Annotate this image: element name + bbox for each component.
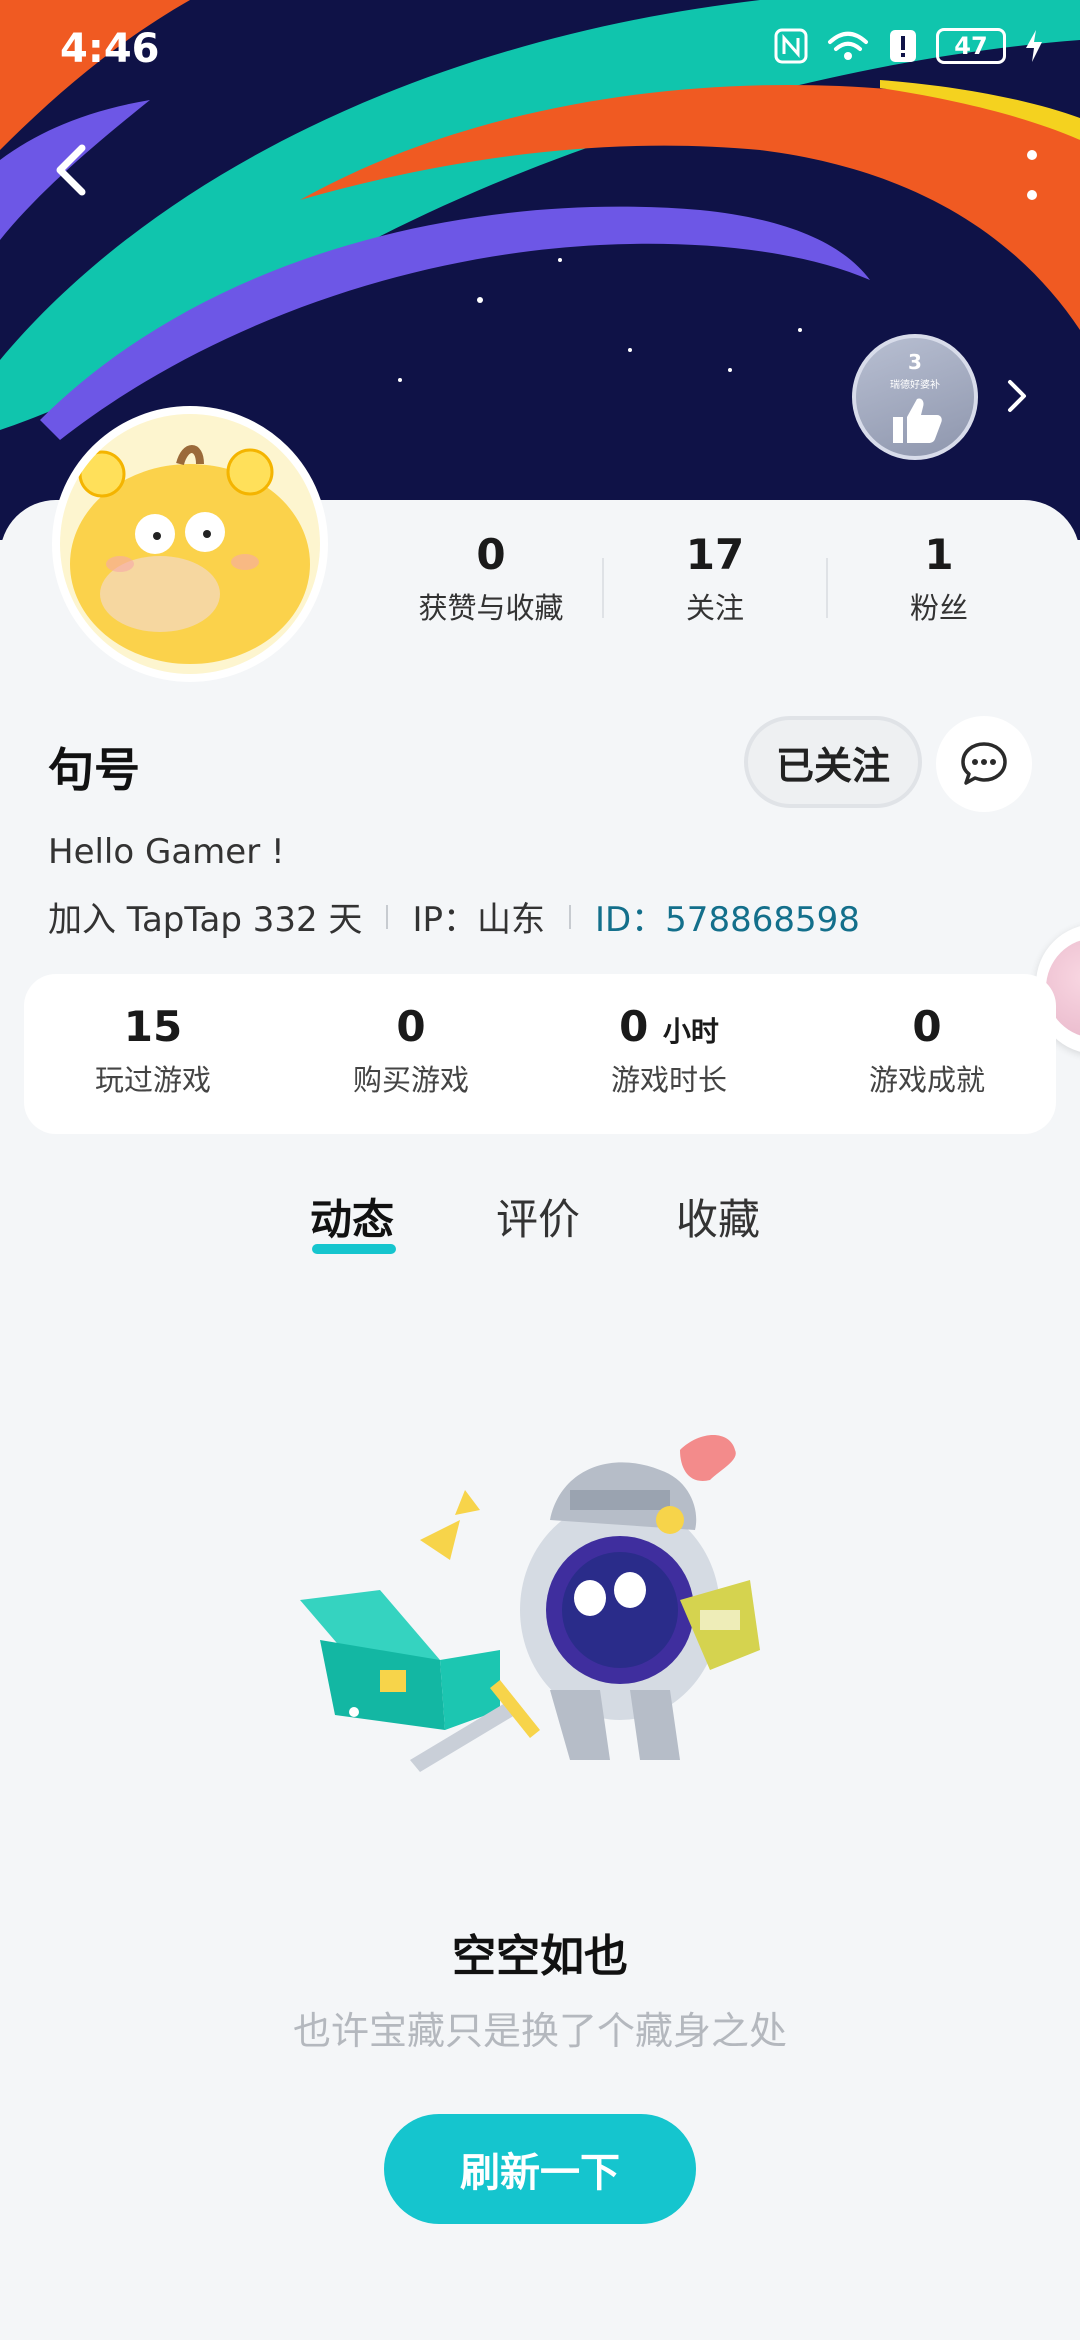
- thumbs-up-icon: [893, 398, 942, 443]
- join-days: 加入 TapTap 332 天: [48, 900, 363, 940]
- achievement-badge[interactable]: 3 瑞德好婆补: [852, 334, 978, 460]
- nfc-icon: [774, 28, 808, 64]
- battery-indicator: 47: [936, 28, 1006, 64]
- tab-favorites[interactable]: 收藏: [676, 1186, 760, 1247]
- user-id[interactable]: ID：578868598: [595, 892, 860, 941]
- alert-icon: [890, 30, 916, 62]
- active-tab-indicator: [312, 1244, 396, 1254]
- stat-label: 关注: [685, 591, 744, 625]
- profile-stats: 0 获赞与收藏 17 关注 1 粉丝: [380, 530, 1080, 640]
- game-stat-label: 玩过游戏: [94, 1063, 211, 1097]
- status-bar: 4:46 47: [0, 0, 1080, 100]
- stat-label: 获赞与收藏: [418, 591, 564, 625]
- game-stat-label: 购买游戏: [352, 1063, 469, 1097]
- badge-count: 3: [908, 350, 922, 374]
- play-time[interactable]: 0 小时 游戏时长: [540, 974, 798, 1134]
- chevron-right-icon[interactable]: [1002, 376, 1030, 416]
- avatar-image: [60, 414, 320, 674]
- stat-likes[interactable]: 0 获赞与收藏: [380, 530, 602, 640]
- message-button[interactable]: [936, 716, 1032, 812]
- more-options-icon[interactable]: [1020, 150, 1044, 200]
- status-time: 4:46: [60, 26, 160, 72]
- stat-value: 0: [476, 530, 506, 579]
- stat-following[interactable]: 17 关注: [604, 530, 826, 640]
- status-icons: 47: [774, 28, 1044, 64]
- chat-bubble-icon: [961, 742, 1007, 785]
- game-stat-label: 游戏成就: [868, 1063, 985, 1097]
- achievements[interactable]: 0 游戏成就: [798, 974, 1056, 1134]
- empty-state-illustration: [300, 1435, 760, 1772]
- game-stat-value: 15: [123, 1002, 183, 1051]
- game-stat-value: 0: [396, 1002, 426, 1051]
- back-icon[interactable]: [44, 140, 104, 200]
- ip-location: IP：山东: [412, 900, 545, 940]
- tab-activity[interactable]: 动态: [310, 1186, 394, 1247]
- game-stat-unit: 小时: [662, 1015, 719, 1048]
- empty-state-subtitle: 也许宝藏只是换了个藏身之处: [292, 2009, 787, 2053]
- game-stat-value: 0 小时: [619, 1002, 719, 1051]
- purchased-games[interactable]: 0 购买游戏: [282, 974, 540, 1134]
- avatar[interactable]: [52, 406, 328, 682]
- played-games[interactable]: 15 玩过游戏: [24, 974, 282, 1134]
- profile-bio: Hello Gamer !: [48, 832, 285, 872]
- stat-label: 粉丝: [909, 591, 968, 625]
- game-stat-label: 游戏时长: [610, 1063, 727, 1097]
- refresh-button[interactable]: 刷新一下: [384, 2114, 696, 2224]
- profile-meta: 加入 TapTap 332 天 IP：山东 ID：578868598: [48, 892, 860, 941]
- charging-icon: [1026, 30, 1042, 62]
- game-stat-value: 0: [912, 1002, 942, 1051]
- meta-divider: [568, 904, 571, 929]
- username: 句号: [48, 743, 140, 797]
- badge-caption: 瑞德好婆补: [890, 380, 940, 391]
- stat-value: 17: [685, 530, 745, 579]
- game-stats-card: 15 玩过游戏 0 购买游戏 0 小时 游戏时长 0 游戏成就: [24, 974, 1056, 1134]
- meta-divider: [386, 904, 389, 929]
- wifi-icon: [828, 31, 868, 60]
- tab-reviews[interactable]: 评价: [496, 1186, 580, 1247]
- stat-value: 1: [924, 530, 954, 579]
- content-tabs: 动态 评价 收藏: [0, 1186, 1080, 1266]
- empty-state-title: 空空如也: [452, 1931, 628, 1982]
- following-button[interactable]: 已关注: [744, 716, 922, 808]
- stat-followers[interactable]: 1 粉丝: [828, 530, 1050, 640]
